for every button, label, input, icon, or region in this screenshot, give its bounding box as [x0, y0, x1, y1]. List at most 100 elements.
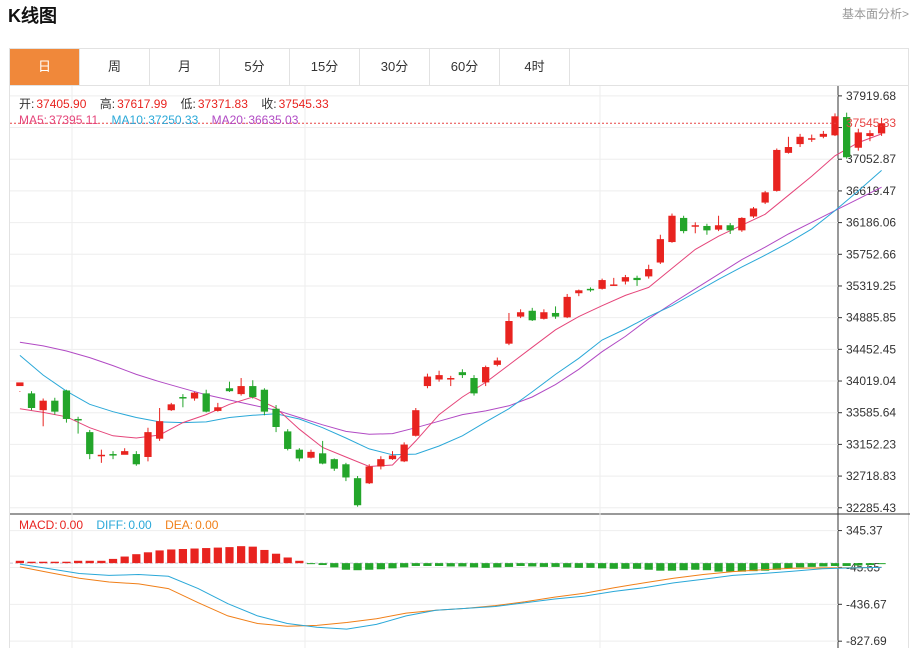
macd-bar	[85, 560, 94, 564]
macd-bar	[341, 563, 351, 570]
macd-bar	[726, 563, 735, 572]
macd-bar	[504, 563, 514, 567]
macd-bar	[388, 563, 397, 569]
kline-svg[interactable]: 37919.68 37052.87 36619.47 36186.06 35752.66…	[10, 86, 910, 648]
candle-body	[86, 432, 94, 455]
macd-bar	[376, 563, 385, 570]
candle-body	[493, 360, 501, 365]
macd-bar	[632, 563, 642, 569]
candle-body	[656, 239, 664, 263]
macd-bar	[528, 563, 537, 567]
candle-body	[202, 393, 210, 412]
dea-value: 0.00	[195, 518, 219, 532]
fundamental-analysis-link[interactable]: 基本面分析>	[842, 5, 909, 22]
macd-bar	[423, 563, 432, 566]
candle-body	[621, 277, 630, 282]
open-label: 开:	[19, 97, 35, 111]
open-value: 37405.90	[36, 97, 87, 111]
candle-body	[645, 269, 653, 277]
low-label: 低:	[180, 97, 196, 111]
close-label: 收:	[261, 97, 277, 111]
candle-body	[447, 378, 455, 380]
price-tick-label: 33152.23	[846, 437, 896, 451]
price-tick-label: 37052.87	[846, 152, 896, 166]
high-value: 37617.99	[117, 97, 168, 111]
candle-body	[62, 390, 71, 419]
macd-bar	[830, 563, 840, 566]
candle-body	[738, 217, 746, 231]
candle-body	[353, 478, 362, 506]
macd-tick-label: 345.37	[846, 524, 883, 538]
candle-body	[668, 215, 676, 243]
macd-bar	[225, 547, 234, 564]
tab-15min[interactable]: 15分	[290, 49, 360, 85]
candle-body	[761, 192, 769, 203]
candle-body	[458, 372, 467, 376]
tab-30min[interactable]: 30分	[360, 49, 430, 85]
macd-bar	[73, 560, 83, 564]
candle-body	[307, 451, 315, 458]
candle-body	[563, 296, 571, 318]
macd-tick-label: -827.69	[846, 634, 887, 648]
macd-bar	[411, 563, 420, 566]
macd-bar	[446, 563, 455, 567]
macd-bar	[469, 563, 479, 568]
tab-4hour[interactable]: 4时	[500, 49, 570, 85]
candle-body	[610, 284, 618, 286]
ma20-line	[19, 186, 882, 435]
ma5-value: 37395.11	[49, 113, 99, 127]
candle-body	[214, 407, 222, 411]
candle-body	[749, 208, 758, 217]
macd-bar	[365, 563, 374, 570]
macd-bar	[39, 561, 48, 564]
candle-body	[74, 418, 82, 421]
price-tick-label: 34452.45	[846, 342, 896, 356]
candle-body	[516, 312, 525, 317]
macd-bar	[213, 547, 222, 564]
tab-5min[interactable]: 5分	[220, 49, 290, 85]
ma-readout: MA5: 37395.11 MA10: 37250.33 MA20: 36635.03	[19, 113, 300, 127]
macd-bar	[434, 563, 444, 566]
candle-body	[435, 375, 443, 380]
candle-body	[155, 421, 164, 439]
candle-body	[225, 388, 234, 392]
diff-line	[19, 563, 882, 630]
macd-bar	[15, 560, 24, 564]
price-tick-label: 34885.85	[846, 311, 896, 325]
ma10-label: MA10:	[111, 113, 147, 127]
last-price-label: 37545.33	[846, 116, 896, 130]
candle-body	[505, 321, 513, 344]
candle-body	[260, 389, 269, 412]
candle-body	[377, 459, 385, 467]
macd-tick-label: -436.67	[846, 597, 887, 611]
price-tick-label: 35752.66	[846, 247, 896, 261]
price-tick-label: 32718.83	[846, 469, 896, 483]
tab-60min[interactable]: 60分	[430, 49, 500, 85]
candle-body	[831, 116, 839, 136]
kline-chart[interactable]: 37919.68 37052.87 36619.47 36186.06 35752.66…	[9, 86, 910, 648]
macd-bar	[260, 549, 269, 564]
candle-body	[167, 404, 175, 411]
diff-value: 0.00	[128, 518, 152, 532]
candle-body	[575, 290, 583, 294]
macd-bar	[306, 563, 316, 565]
macd-bar	[795, 563, 805, 568]
macd-bar	[458, 563, 467, 567]
tab-month[interactable]: 月	[150, 49, 220, 85]
candle-body	[819, 133, 828, 137]
macd-bar	[586, 563, 595, 568]
price-tick-label: 37919.68	[846, 89, 896, 103]
candle-body	[784, 147, 793, 153]
candle-body	[714, 225, 723, 230]
macd-bar	[271, 553, 281, 564]
macd-bar	[190, 548, 199, 564]
tab-day[interactable]: 日	[10, 49, 80, 85]
tab-week[interactable]: 周	[80, 49, 150, 85]
candle-body	[388, 455, 397, 460]
candle-body	[51, 400, 59, 412]
macd-bar	[551, 563, 560, 567]
candle-body	[866, 133, 874, 137]
macd-bar	[819, 563, 828, 567]
macd-bar	[97, 560, 106, 564]
candle-body	[237, 386, 245, 395]
